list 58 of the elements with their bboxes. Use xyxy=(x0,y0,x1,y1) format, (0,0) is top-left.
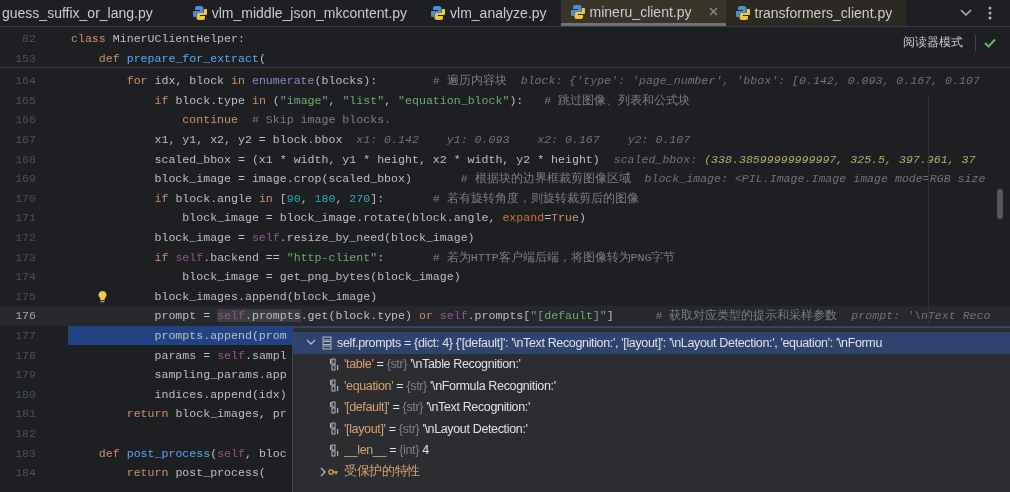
variable-text: __len__ = {int} 4 xyxy=(344,443,429,458)
lightbulb-icon[interactable] xyxy=(97,289,108,303)
code-line: block_image = block_image.rotate(block.angle, expand=True) xyxy=(182,211,586,225)
scrollbar-thumb[interactable] xyxy=(997,189,1003,219)
code-line: indices.append(idx) xyxy=(154,387,287,401)
code-line: sampling_params.app xyxy=(154,368,287,382)
tree-row[interactable]: 受保护的特性 xyxy=(293,461,1010,483)
code-line: continue # Skip image blocks. xyxy=(182,113,392,127)
list-icon xyxy=(322,335,332,350)
code-line: def prepare_for_extract( xyxy=(98,51,266,65)
check-icon xyxy=(984,37,996,48)
binary-icon xyxy=(328,379,339,393)
variable-text: 'table' = {str} '\nTable Recognition:' xyxy=(344,357,521,372)
binary-icon xyxy=(328,400,339,414)
editor-tab[interactable]: vlm_analyze.py xyxy=(421,0,561,26)
code-line: prompts.append(prom xyxy=(154,329,287,342)
chevron-down-icon[interactable] xyxy=(960,9,972,17)
code-line: block_image = image.crop(scaled_bbox) # 根据块的边界框裁剪图像区域 block_image: <PIL.Image.Image image mode=RGB size xyxy=(154,171,986,187)
variable-text: self.prompts = {dict: 4} {'[default]': '\nText Recognition:', '[layout]': '\nLayout Detection:', 'equation': '\nFormu xyxy=(337,335,883,350)
tree-row[interactable]: 'equation' = {str} '\nFormula Recognition:' xyxy=(293,375,1010,397)
chevron-down-icon[interactable] xyxy=(306,339,316,347)
tree-row[interactable]: '[layout]' = {str} '\nLayout Detection:' xyxy=(293,418,1010,440)
reader-mode-button[interactable]: 阅读器模式 xyxy=(899,32,967,53)
key-icon xyxy=(328,467,339,476)
more-icon[interactable] xyxy=(988,6,992,20)
tree-row[interactable]: 'table' = {str} '\nTable Recognition:' xyxy=(293,353,1010,375)
code-line: block_image = get_png_bytes(block_image) xyxy=(182,270,461,284)
editor-tab[interactable]: transformers_client.py xyxy=(725,0,907,26)
variable-text: 'equation' = {str} '\nFormula Recognition:' xyxy=(344,378,556,393)
editor-tab[interactable]: mineru_client.py xyxy=(560,0,726,26)
code-line: return post_process( xyxy=(126,466,266,480)
code-line: block_images.append(block_image) xyxy=(154,289,378,303)
close-icon[interactable] xyxy=(708,7,718,16)
variable-text: '[layout]' = {str} '\nLayout Detection:' xyxy=(344,421,528,436)
chevron-right-icon[interactable] xyxy=(319,466,327,477)
editor-tab[interactable]: guess_suffix_or_lang.py xyxy=(0,0,167,26)
editor-tab[interactable]: vlm_middle_json_mkcontent.py xyxy=(182,0,422,26)
code-line: def post_process(self, bloc xyxy=(98,446,287,460)
code-line: x1, y1, x2, y2 = block.bbox x1: 0.142 y1: 0.093 x2: 0.167 y2: 0.107 xyxy=(154,133,691,147)
code-line: if self.backend == "http-client": # 若为HTTP客户端后端，将图像转为PNG字节 xyxy=(154,249,676,265)
code-line: if block.angle in [90, 180, 270]: # 若有旋转角度，则旋转裁剪后的图像 xyxy=(154,190,639,206)
tree-row[interactable]: __len__ = {int} 4 xyxy=(293,439,1010,461)
code-line: for idx, block in enumerate(blocks): # 遍历内容块 block: {'type': 'page_number', 'bbox': [0.142, 0.093, 0.167, 0.107 xyxy=(126,73,980,89)
group-label: 受保护的特性 xyxy=(344,463,420,481)
binary-icon xyxy=(328,357,339,371)
code-line: scaled_bbox = (x1 * width, y1 * height, x2 * width, y2 * height) scaled_bbox: (338.38599999999997, 325.5, 397.961, 37 xyxy=(154,152,976,166)
code-line: if block.type in ("image", "list", "equation_block"): # 跳过图像、列表和公式块 xyxy=(154,92,691,108)
line-number: 176 xyxy=(14,309,36,323)
code-line: prompt = self.prompts.get(block.type) or self.prompts["[default]"] # 获取对应类型的提示和采样参数 prompt: '\nText Reco xyxy=(154,308,991,324)
binary-icon xyxy=(328,443,339,457)
code-line: return block_images, pr xyxy=(126,407,287,421)
code-line: params = self.sampl xyxy=(154,348,287,362)
code-line: class MinerUClientHelper: xyxy=(71,32,245,46)
tree-row[interactable]: self.prompts = {dict: 4} {'[default]': '\nText Recognition:', '[layout]': '\nLayout Detection:', 'equation': '\nFormu xyxy=(293,332,1010,354)
binary-icon xyxy=(328,422,339,436)
variable-text: '[default]' = {str} '\nText Recognition:' xyxy=(344,400,530,415)
tree-row[interactable]: '[default]' = {str} '\nText Recognition:' xyxy=(293,396,1010,418)
code-line: block_image = self.resize_by_need(block_image) xyxy=(154,231,475,245)
